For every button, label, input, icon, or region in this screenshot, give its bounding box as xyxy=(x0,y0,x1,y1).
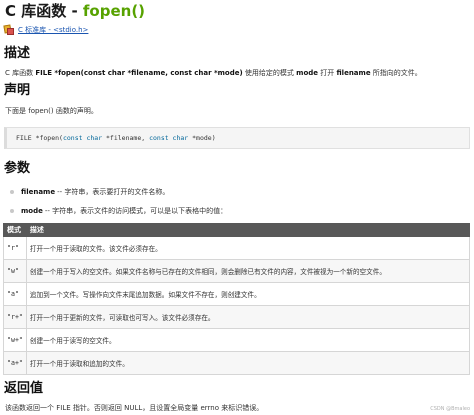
mode-cell: "a" xyxy=(3,282,27,306)
description-mode-word: mode xyxy=(296,69,319,77)
mode-desc-cell: 打开一个用于更新的文件，可读取也可写入。该文件必须存在。 xyxy=(25,305,471,329)
return-value-text: 该函数返回一个 FILE 指针。否则返回 NULL，且设置全局变量 errno … xyxy=(5,404,264,412)
mode-cell: "w" xyxy=(3,259,27,283)
code-type: FILE xyxy=(16,134,32,142)
table-header-mode: 模式 xyxy=(3,223,27,237)
mode-desc-cell: 打开一个用于读取和追加的文件。 xyxy=(25,351,471,375)
parameters-heading: 参数 xyxy=(4,161,31,176)
param-name: filename xyxy=(21,188,56,196)
table-header-description: 描述 xyxy=(25,223,471,237)
code-line: FILE *fopen(const char *filename, const … xyxy=(16,134,216,142)
description-filename-word: filename xyxy=(336,69,371,77)
description-prefix: C 库函数 xyxy=(5,69,36,77)
mode-cell: "w+" xyxy=(3,328,27,352)
title-function-name: fopen() xyxy=(82,2,146,20)
book-icon xyxy=(3,24,15,36)
description-signature: FILE *fopen(const char *filename, const … xyxy=(35,69,243,77)
table-row: "a+" 打开一个用于读取和追加的文件。 xyxy=(3,351,471,375)
param-name: mode xyxy=(21,207,43,215)
mode-cell: "r" xyxy=(3,236,27,260)
watermark: CSDN @Bmaleo xyxy=(430,406,470,412)
mode-cell: "a+" xyxy=(3,351,27,375)
description-text: C 库函数 FILE *fopen(const char *filename, … xyxy=(5,68,422,78)
param-item-filename: filename -- 字符串，表示要打开的文件名称。 xyxy=(10,187,169,197)
table-row: "r" 打开一个用于读取的文件。该文件必须存在。 xyxy=(3,236,471,260)
table-row: "w" 创建一个用于写入的空文件。如果文件名称与已存在的文件相同，则会删除已有文… xyxy=(3,259,471,283)
breadcrumb: C 标准库 - <stdio.h> xyxy=(3,22,88,38)
table-row: "a" 追加到一个文件。写操作向文件末尾追加数据。如果文件不存在，则创建文件。 xyxy=(3,282,471,306)
param-desc: -- 字符串，表示文件的访问模式，可以是以下表格中的值： xyxy=(44,207,228,215)
table-header-row: 模式 描述 xyxy=(3,223,471,237)
table-row: "w+" 创建一个用于读写的空文件。 xyxy=(3,328,471,352)
title-prefix: C 库函数 - xyxy=(5,2,83,20)
code-part-3: *mode) xyxy=(188,134,216,142)
return-value-heading: 返回值 xyxy=(4,381,44,396)
mode-desc-cell: 追加到一个文件。写操作向文件末尾追加数据。如果文件不存在，则创建文件。 xyxy=(25,282,471,306)
declaration-heading: 声明 xyxy=(4,83,31,98)
code-part-1: *fopen( xyxy=(31,134,63,142)
page: C 库函数 - fopen() C 标准库 - <stdio.h> 描述 C 库… xyxy=(0,0,474,415)
code-part-2: *filename, xyxy=(102,134,150,142)
description-suffix: 所指向的文件。 xyxy=(370,69,422,77)
bullet-dot-icon xyxy=(10,190,14,194)
mode-table: 模式 描述 "r" 打开一个用于读取的文件。该文件必须存在。 "w" 创建一个用… xyxy=(3,223,471,375)
description-mid2: 打开 xyxy=(318,69,337,77)
code-block: FILE *fopen(const char *filename, const … xyxy=(4,127,470,149)
bullet-dot-icon xyxy=(10,209,14,213)
code-keyword-1: const char xyxy=(62,134,103,142)
description-mid: 使用给定的模式 xyxy=(242,69,297,77)
mode-desc-cell: 创建一个用于写入的空文件。如果文件名称与已存在的文件相同，则会删除已有文件的内容… xyxy=(25,259,471,283)
param-item-mode: mode -- 字符串，表示文件的访问模式，可以是以下表格中的值： xyxy=(10,206,227,216)
description-heading: 描述 xyxy=(4,46,31,61)
page-title: C 库函数 - fopen() xyxy=(5,2,145,20)
param-desc: -- 字符串，表示要打开的文件名称。 xyxy=(57,188,170,196)
mode-desc-cell: 创建一个用于读写的空文件。 xyxy=(25,328,471,352)
mode-desc-cell: 打开一个用于读取的文件。该文件必须存在。 xyxy=(25,236,471,260)
code-keyword-2: const char xyxy=(149,134,189,142)
breadcrumb-link[interactable]: C 标准库 - <stdio.h> xyxy=(18,25,88,35)
declaration-text: 下面是 fopen() 函数的声明。 xyxy=(5,107,98,115)
mode-cell: "r+" xyxy=(3,305,27,329)
table-row: "r+" 打开一个用于更新的文件，可读取也可写入。该文件必须存在。 xyxy=(3,305,471,329)
